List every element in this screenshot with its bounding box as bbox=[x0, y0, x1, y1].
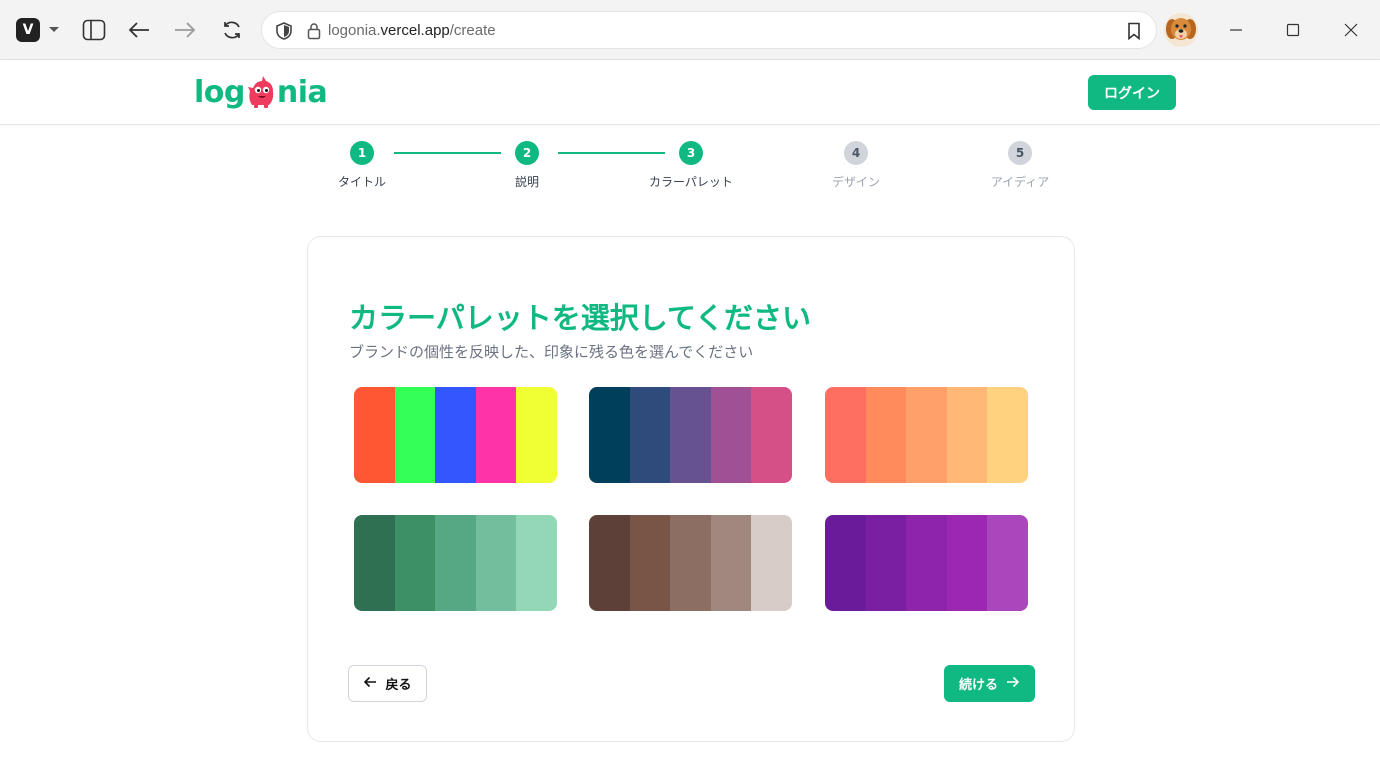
color-swatch bbox=[751, 387, 792, 483]
color-swatch bbox=[670, 387, 711, 483]
url-text[interactable]: logonia.vercel.app/create bbox=[328, 22, 496, 39]
back-button-label: 戻る bbox=[385, 678, 412, 693]
address-bar[interactable]: logonia.vercel.app/create bbox=[261, 11, 1157, 49]
progress-stepper: 1 タイトル 2 説明 3 カラーパレット 4 デザイン 5 アイディア bbox=[0, 125, 1380, 205]
color-swatch bbox=[475, 515, 517, 611]
color-swatch bbox=[710, 515, 752, 611]
color-swatch bbox=[394, 515, 436, 611]
logo-text-left: log bbox=[194, 74, 245, 110]
step-number: 3 bbox=[679, 141, 703, 165]
step-number: 5 bbox=[1008, 141, 1032, 165]
color-swatch bbox=[589, 515, 630, 611]
palette-option[interactable] bbox=[589, 515, 792, 611]
step-label: カラーパレット bbox=[649, 175, 733, 189]
color-swatch bbox=[987, 515, 1028, 611]
color-swatch bbox=[906, 387, 947, 483]
step-title: 1 タイトル bbox=[292, 141, 432, 190]
color-swatch bbox=[946, 515, 988, 611]
arrow-left-icon bbox=[363, 676, 377, 692]
color-swatch bbox=[865, 515, 907, 611]
step-label: タイトル bbox=[337, 175, 386, 189]
step-idea: 5 アイディア bbox=[950, 141, 1090, 190]
color-swatch bbox=[751, 515, 792, 611]
color-swatch bbox=[825, 387, 866, 483]
color-swatch bbox=[516, 515, 557, 611]
color-swatch bbox=[354, 387, 395, 483]
profile-avatar[interactable] bbox=[1164, 13, 1198, 47]
step-number: 4 bbox=[844, 141, 868, 165]
palette-option[interactable] bbox=[825, 515, 1028, 611]
url-host: vercel.app bbox=[380, 22, 450, 39]
url-path: /create bbox=[449, 22, 496, 39]
color-swatch bbox=[670, 515, 711, 611]
back-button[interactable]: 戻る bbox=[348, 665, 427, 702]
chevron-down-icon[interactable] bbox=[38, 14, 70, 46]
palette-option[interactable] bbox=[589, 387, 792, 483]
palette-option[interactable] bbox=[354, 387, 557, 483]
page-title: カラーパレットを選択してください bbox=[349, 301, 811, 335]
color-swatch bbox=[435, 515, 476, 611]
color-swatch bbox=[629, 387, 671, 483]
lock-icon[interactable] bbox=[298, 15, 330, 47]
step-label: アイディア bbox=[990, 175, 1050, 189]
palette-option[interactable] bbox=[825, 387, 1028, 483]
site-header: log nia ログイン bbox=[0, 60, 1380, 125]
logo-text-right: nia bbox=[276, 74, 328, 110]
color-swatch bbox=[354, 515, 395, 611]
page-subtitle: ブランドの個性を反映した、印象に残る色を選んでください bbox=[349, 343, 754, 361]
arrow-right-icon bbox=[1006, 676, 1020, 692]
color-swatch bbox=[906, 515, 947, 611]
step-color-palette: 3 カラーパレット bbox=[621, 141, 761, 190]
color-swatch bbox=[475, 387, 517, 483]
browser-toolbar: V logonia.vercel.app/create bbox=[0, 0, 1380, 60]
step-number: 1 bbox=[350, 141, 374, 165]
color-swatch bbox=[987, 387, 1028, 483]
palette-card: カラーパレットを選択してください ブランドの個性を反映した、印象に残る色を選んで… bbox=[307, 236, 1075, 742]
color-swatch bbox=[629, 515, 671, 611]
minimize-icon[interactable] bbox=[1220, 14, 1252, 46]
mascot-icon bbox=[246, 75, 276, 109]
shield-icon[interactable] bbox=[268, 15, 300, 47]
reload-icon[interactable] bbox=[216, 14, 248, 46]
sidebar-panel-icon[interactable] bbox=[78, 14, 110, 46]
color-swatch bbox=[516, 387, 557, 483]
palette-option[interactable] bbox=[354, 515, 557, 611]
color-swatch bbox=[946, 387, 988, 483]
bookmark-icon[interactable] bbox=[1118, 15, 1150, 47]
step-number: 2 bbox=[515, 141, 539, 165]
logonia-logo[interactable]: log nia bbox=[194, 72, 328, 112]
continue-button[interactable]: 続ける bbox=[944, 665, 1035, 702]
color-swatch bbox=[589, 387, 630, 483]
color-swatch bbox=[435, 387, 476, 483]
step-label: 説明 bbox=[514, 175, 539, 189]
forward-arrow-icon[interactable] bbox=[169, 14, 201, 46]
back-arrow-icon[interactable] bbox=[123, 14, 155, 46]
continue-button-label: 続ける bbox=[958, 678, 998, 693]
login-button[interactable]: ログイン bbox=[1088, 75, 1176, 110]
url-prefix: logonia. bbox=[328, 22, 381, 39]
maximize-icon[interactable] bbox=[1277, 14, 1309, 46]
step-label: デザイン bbox=[831, 175, 880, 189]
color-swatch bbox=[710, 387, 752, 483]
step-description: 2 説明 bbox=[457, 141, 597, 190]
color-swatch bbox=[825, 515, 866, 611]
color-swatch bbox=[394, 387, 436, 483]
close-icon[interactable] bbox=[1335, 14, 1367, 46]
step-design: 4 デザイン bbox=[786, 141, 926, 190]
color-swatch bbox=[865, 387, 907, 483]
